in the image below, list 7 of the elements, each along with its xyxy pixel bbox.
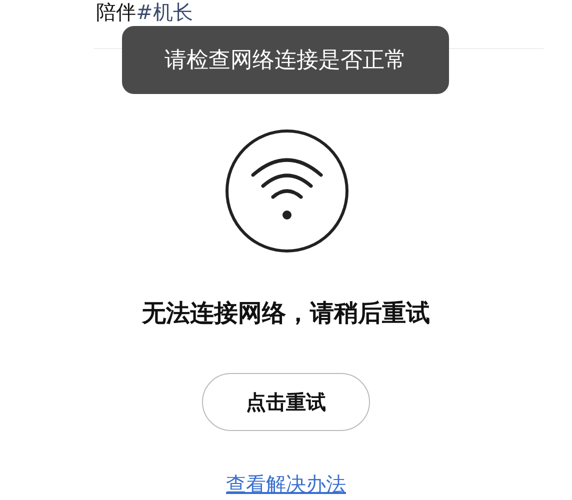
retry-button[interactable]: 点击重试 [202,373,370,431]
wifi-icon [225,129,349,253]
toast: 请检查网络连接是否正常 [122,26,449,94]
header-text: 陪伴 [96,0,136,24]
help-link[interactable]: 查看解决办法 [226,471,346,498]
error-title: 无法连接网络，请稍后重试 [142,298,430,329]
hashtag-link[interactable]: #机长 [136,0,193,24]
